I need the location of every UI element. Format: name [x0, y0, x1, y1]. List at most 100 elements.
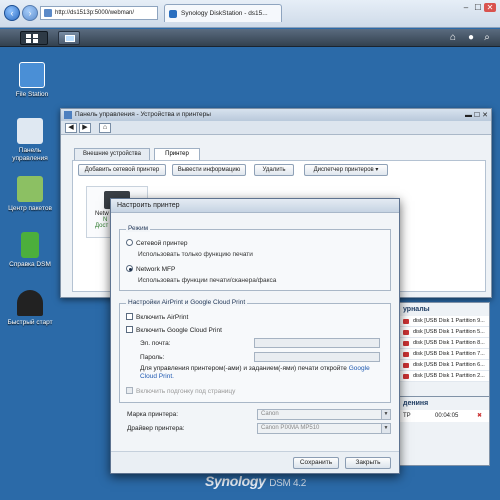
printer-manager-label: Диспетчер принтеров: [313, 167, 374, 173]
window-title: Панель управления - Устройства и принтер…: [75, 111, 211, 118]
email-field[interactable]: [254, 338, 380, 348]
fit-to-page-checkbox[interactable]: [126, 387, 133, 394]
close-button[interactable]: Закрыть: [345, 457, 391, 469]
address-text: http://ds1513p:5000/webman/: [55, 10, 135, 16]
network-mfp-option[interactable]: Network MFP: [126, 265, 175, 273]
save-button[interactable]: Сохранить: [293, 457, 339, 469]
disconnect-icon[interactable]: ✖: [477, 410, 482, 422]
log-row: disk [USB Disk 1 Partition 7...: [397, 349, 489, 360]
fit-to-page-option[interactable]: Включить подгонку под страницу: [126, 387, 235, 395]
printer-driver-value: Canon PIXMA MP510: [261, 425, 320, 431]
connection-type: ТР: [403, 413, 411, 419]
enable-gcp-option[interactable]: Включить Google Cloud Print: [126, 326, 222, 334]
back-arrow-icon[interactable]: ◀: [65, 123, 77, 133]
log-row: disk [USB Disk 1 Partition 8...: [397, 338, 489, 349]
chevron-down-icon: ▼: [381, 424, 390, 433]
delete-button[interactable]: Удалить: [254, 164, 294, 176]
package-center-icon: [17, 176, 43, 202]
mode-fieldset: Режим Сетевой принтер Использовать тольк…: [119, 225, 391, 291]
airprint-fieldset: Настройки AirPrint и Google Cloud Print …: [119, 299, 391, 403]
page-icon: [44, 9, 52, 17]
maximize-button[interactable]: ☐: [472, 3, 484, 12]
printer-driver-select[interactable]: Canon PIXMA MP510 ▼: [257, 423, 391, 434]
log-row: disk [USB Disk 1 Partition 9...: [397, 316, 489, 327]
email-label: Эл. почта:: [140, 340, 171, 347]
main-menu-button[interactable]: [20, 31, 48, 45]
connections-widget: дениня ТР 00:04:05 ✖: [396, 396, 490, 466]
desktop-icon-label: Справка DSM: [9, 261, 51, 268]
desktop-icon-package-center[interactable]: Центр пакетов: [2, 176, 58, 213]
notification-icon[interactable]: ⌂: [446, 31, 460, 45]
taskbar-window-button[interactable]: [58, 31, 80, 45]
dialog-footer: Сохранить Закрыть: [111, 451, 399, 473]
network-printer-label: Сетевой принтер: [136, 240, 188, 247]
devices-icon: [64, 111, 72, 119]
back-button[interactable]: ‹: [4, 5, 20, 21]
desktop-icon-dsm-help[interactable]: Справка DSM: [2, 232, 58, 269]
desktop-icon-label: Быстрый старт: [7, 319, 53, 326]
log-row: disk [USB Disk 1 Partition 6...: [397, 360, 489, 371]
quick-start-icon: [17, 290, 43, 316]
log-row: disk [USB Disk 1 Partition 5...: [397, 327, 489, 338]
network-mfp-radio[interactable]: [126, 265, 133, 272]
tab-title: Synology DiskStation - ds15...: [181, 10, 268, 17]
tab-external-devices[interactable]: Внешние устройства: [74, 148, 150, 160]
enable-airprint-checkbox[interactable]: [126, 313, 133, 320]
tab-printer[interactable]: Принтер: [154, 148, 200, 160]
address-bar[interactable]: http://ds1513p:5000/webman/: [40, 6, 158, 20]
synology-favicon-icon: [169, 10, 177, 18]
dialog-title[interactable]: Настроить принтер: [111, 199, 399, 213]
printer-manager-button[interactable]: Диспетчер принтеров ▾: [304, 164, 388, 176]
network-printer-option[interactable]: Сетевой принтер: [126, 239, 188, 247]
home-icon[interactable]: ⌂: [99, 123, 111, 133]
browser-toolbar: ‹ › http://ds1513p:5000/webman/ Synology…: [0, 0, 500, 28]
network-printer-radio[interactable]: [126, 239, 133, 246]
show-info-button[interactable]: Вывести информацию: [172, 164, 246, 176]
control-panel-icon: [17, 118, 43, 144]
password-label: Пароль:: [140, 354, 165, 361]
password-field[interactable]: [254, 352, 380, 362]
desktop-icon-label: File Station: [15, 91, 49, 98]
network-mfp-desc: Использовать функции печати/сканера/факс…: [138, 277, 277, 284]
dsm-taskbar: ⌂ ● ⌕: [0, 29, 500, 47]
printer-brand-label: Марка принтера:: [127, 411, 179, 418]
printer-toolbar: Добавить сетевой принтер Вывести информа…: [78, 164, 478, 178]
brand-version: DSM 4.2: [269, 478, 307, 489]
minimize-button[interactable]: –: [460, 3, 472, 12]
connection-row: ТР 00:04:05 ✖: [397, 410, 489, 422]
window-controls: – ☐ ✕: [460, 3, 496, 12]
log-row: disk [USB Disk 1 Partition 2...: [397, 371, 489, 382]
mode-legend: Режим: [126, 225, 151, 232]
enable-airprint-option[interactable]: Включить AirPrint: [126, 313, 188, 321]
desktop-icon-quick-start[interactable]: Быстрый старт: [2, 290, 58, 327]
desktop-icon-label: Панель управления: [12, 147, 48, 162]
configure-printer-dialog: Настроить принтер Режим Сетевой принтер …: [110, 198, 400, 474]
close-window-button[interactable]: ✕: [484, 3, 496, 12]
network-printer-desc: Использовать только функцию печати: [138, 251, 253, 258]
desktop-icon-control-panel[interactable]: Панель управления: [2, 118, 58, 163]
desktop-icon-file-station[interactable]: File Station: [4, 62, 60, 99]
forward-button[interactable]: ›: [22, 5, 38, 21]
gcp-note-text: Для управления принтером(-ами) и задание…: [140, 365, 347, 372]
network-mfp-label: Network MFP: [136, 266, 176, 273]
printer-brand-select[interactable]: Canon ▼: [257, 409, 391, 420]
gcp-note: Для управления принтером(-ами) и задание…: [140, 365, 386, 381]
airprint-legend: Настройки AirPrint и Google Cloud Print: [126, 299, 248, 306]
browser-tab[interactable]: Synology DiskStation - ds15...: [164, 4, 282, 22]
search-icon[interactable]: ⌕: [480, 31, 494, 45]
brand-name: Synology: [205, 473, 266, 489]
window-titlebar[interactable]: Панель управления - Устройства и принтер…: [61, 109, 491, 121]
chevron-down-icon: ▼: [381, 410, 390, 419]
enable-gcp-checkbox[interactable]: [126, 326, 133, 333]
logs-title: урналы: [403, 306, 430, 313]
add-network-printer-button[interactable]: Добавить сетевой принтер: [78, 164, 166, 176]
enable-gcp-label: Включить Google Cloud Print: [136, 327, 222, 334]
file-station-icon: [19, 62, 45, 88]
forward-arrow-icon[interactable]: ▶: [79, 123, 91, 133]
fit-to-page-label: Включить подгонку под страницу: [136, 388, 236, 395]
connections-title: дениня: [403, 400, 429, 407]
desktop-icon-label: Центр пакетов: [8, 205, 52, 212]
connection-time: 00:04:05: [435, 413, 459, 419]
printer-brand-value: Canon: [261, 411, 279, 417]
user-icon[interactable]: ●: [464, 31, 478, 45]
